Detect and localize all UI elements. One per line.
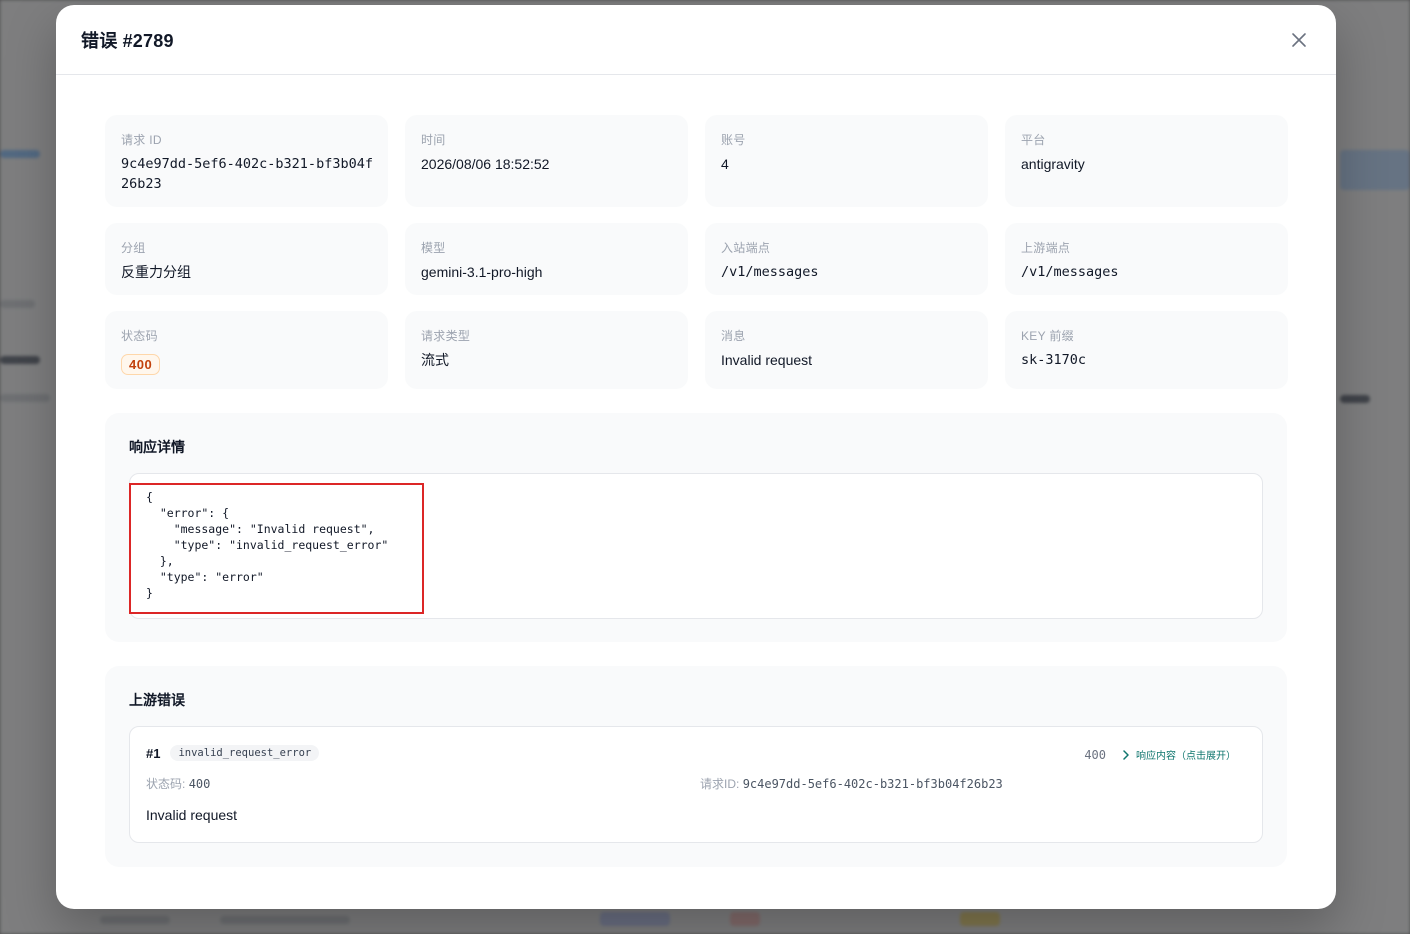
field-card-upstream-endpoint: 上游端点 /v1/messages: [1005, 223, 1288, 295]
field-label: 账号: [721, 133, 746, 147]
field-label: KEY 前缀: [1021, 329, 1074, 343]
field-label: 分组: [121, 241, 146, 255]
field-card-time: 时间 2026/08/06 18:52:52: [405, 115, 688, 207]
expand-response-label: 响应内容（点击展开）: [1136, 751, 1236, 762]
field-value: 流式: [421, 352, 449, 368]
field-card-request-id: 请求 ID 9c4e97dd-5ef6-402c-b321-bf3b04f26b…: [105, 115, 388, 207]
field-card-request-type: 请求类型 流式: [405, 311, 688, 389]
request-id-meta: 请求ID: 9c4e97dd-5ef6-402c-b321-bf3b04f26b…: [700, 775, 1003, 792]
section-title: 上游错误: [129, 692, 185, 708]
field-card-message: 消息 Invalid request: [705, 311, 988, 389]
upstream-error-header: #1 invalid_request_error: [146, 745, 1246, 761]
field-value: Invalid request: [721, 352, 813, 368]
field-card-model: 模型 gemini-3.1-pro-high: [405, 223, 688, 295]
error-detail-modal: 错误 #2789 请求 ID 9c4e97dd-5ef6-402c-b321-b…: [56, 5, 1336, 909]
field-value: antigravity: [1021, 156, 1085, 172]
section-title: 响应详情: [129, 439, 185, 455]
modal-title: 错误 #2789: [81, 30, 174, 51]
field-card-key-prefix: KEY 前缀 sk-3170c: [1005, 311, 1288, 389]
field-label: 请求 ID: [121, 133, 162, 147]
field-value: /v1/messages: [721, 264, 819, 280]
upstream-error-item: #1 invalid_request_error 400 响应内容（点击展开） …: [129, 726, 1263, 843]
modal-header: 错误 #2789: [56, 5, 1336, 75]
error-status-code: 400: [1084, 747, 1106, 762]
response-details-section: 响应详情 { "error": { "message": "Invalid re…: [105, 413, 1287, 642]
field-label: 状态码: [121, 329, 158, 343]
info-grid-row: 状态码 400 请求类型 流式 消息 Invalid request KEY 前…: [105, 311, 1288, 389]
error-type-tag: invalid_request_error: [170, 745, 320, 761]
response-json: { "error": { "message": "Invalid request…: [146, 490, 389, 600]
field-value: 2026/08/06 18:52:52: [421, 156, 550, 172]
expand-response-button[interactable]: 响应内容（点击展开）: [1122, 747, 1236, 762]
upstream-error-meta: 状态码: 400 请求ID: 9c4e97dd-5ef6-402c-b321-b…: [146, 775, 1246, 792]
field-card-inbound-endpoint: 入站端点 /v1/messages: [705, 223, 988, 295]
field-value: gemini-3.1-pro-high: [421, 264, 543, 280]
request-id-label: 请求ID:: [700, 777, 740, 791]
field-value: 反重力分组: [121, 264, 191, 280]
upstream-error-actions: 400 响应内容（点击展开）: [1084, 747, 1236, 763]
chevron-right-icon: [1123, 749, 1129, 760]
field-card-group: 分组 反重力分组: [105, 223, 388, 295]
error-index: #1: [146, 745, 161, 761]
field-value: 4: [721, 156, 729, 172]
upstream-errors-section: 上游错误 #1 invalid_request_error 400 响应内容（点…: [105, 666, 1287, 867]
field-label: 请求类型: [421, 329, 471, 343]
info-grid-row: 分组 反重力分组 模型 gemini-3.1-pro-high 入站端点 /v1…: [105, 223, 1288, 295]
field-value: 9c4e97dd-5ef6-402c-b321-bf3b04f26b23: [121, 156, 373, 192]
field-label: 消息: [721, 329, 746, 343]
field-value: /v1/messages: [1021, 264, 1119, 280]
close-button[interactable]: [1288, 29, 1310, 51]
upstream-error-message: Invalid request: [146, 807, 238, 823]
field-value: sk-3170c: [1021, 352, 1087, 368]
field-card-account: 账号 4: [705, 115, 988, 207]
close-icon: [1292, 33, 1306, 47]
field-label: 入站端点: [721, 241, 771, 255]
field-label: 平台: [1021, 133, 1046, 147]
response-code-block: { "error": { "message": "Invalid request…: [129, 473, 1263, 619]
status-code-label: 状态码:: [146, 777, 186, 791]
field-label: 上游端点: [1021, 241, 1071, 255]
info-grid-row: 请求 ID 9c4e97dd-5ef6-402c-b321-bf3b04f26b…: [105, 115, 1288, 207]
field-label: 模型: [421, 241, 446, 255]
modal-body: 请求 ID 9c4e97dd-5ef6-402c-b321-bf3b04f26b…: [56, 75, 1336, 867]
status-code-value: 400: [188, 777, 211, 791]
field-card-status-code: 状态码 400: [105, 311, 388, 389]
request-id-value: 9c4e97dd-5ef6-402c-b321-bf3b04f26b23: [742, 777, 1003, 791]
field-label: 时间: [421, 133, 446, 147]
status-meta: 状态码: 400: [146, 775, 700, 792]
field-card-platform: 平台 antigravity: [1005, 115, 1288, 207]
status-badge: 400: [121, 354, 161, 375]
